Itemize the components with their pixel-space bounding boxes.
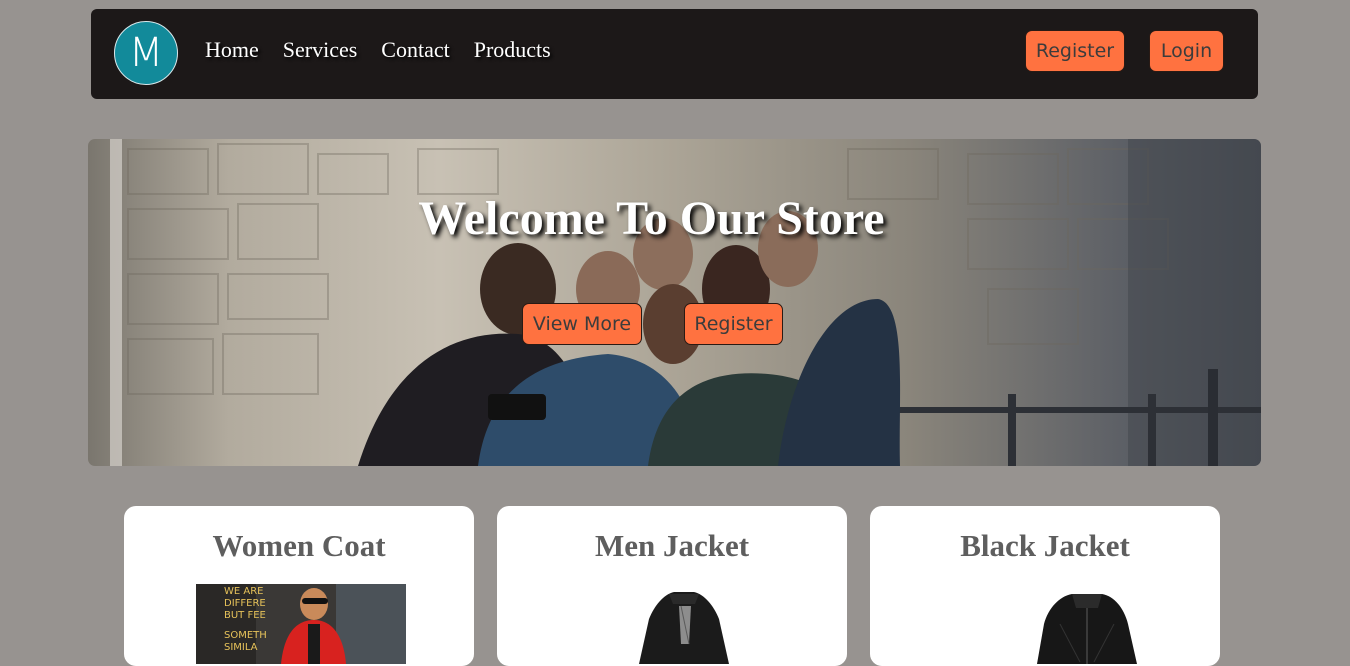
hero-group-photo <box>110 139 1261 466</box>
product-card-men-jacket[interactable]: Men Jacket <box>497 506 847 666</box>
product-card-women-coat[interactable]: Women Coat WE ARE DIFFERE BUT FEE SOMETH… <box>124 506 474 666</box>
hero-title: Welcome To Our Store <box>418 192 885 245</box>
product-title: Women Coat <box>212 528 386 563</box>
woman-red-coat-photo: WE ARE DIFFERE BUT FEE SOMETH SIMILA <box>196 584 406 664</box>
black-leather-jacket-photo <box>942 584 1152 664</box>
nav-link-contact[interactable]: Contact <box>381 37 449 63</box>
svg-text:SIMILA: SIMILA <box>224 642 258 653</box>
svg-text:BUT FEE: BUT FEE <box>224 610 266 621</box>
logo[interactable]: M <box>114 21 178 85</box>
nav-link-products[interactable]: Products <box>474 37 551 63</box>
nav-link-home[interactable]: Home <box>205 37 259 63</box>
nav-register-button[interactable]: Register <box>1025 30 1125 72</box>
svg-text:DIFFERE: DIFFERE <box>224 598 266 609</box>
view-more-button[interactable]: View More <box>522 303 642 345</box>
product-title: Black Jacket <box>960 528 1130 563</box>
svg-text:SOMETH: SOMETH <box>224 630 267 641</box>
product-card-black-jacket[interactable]: Black Jacket <box>870 506 1220 666</box>
product-title: Men Jacket <box>594 528 750 563</box>
black-men-jacket-photo <box>569 584 779 664</box>
hero-register-button[interactable]: Register <box>684 303 783 345</box>
svg-text:WE ARE: WE ARE <box>224 586 264 597</box>
hero-banner: Welcome To Our Store View More Register <box>88 139 1261 466</box>
nav-login-button[interactable]: Login <box>1149 30 1224 72</box>
nav-link-services[interactable]: Services <box>283 37 358 63</box>
navbar: M Home Services Contact Products Registe… <box>91 9 1258 99</box>
nav-links: Home Services Contact Products <box>205 37 575 63</box>
